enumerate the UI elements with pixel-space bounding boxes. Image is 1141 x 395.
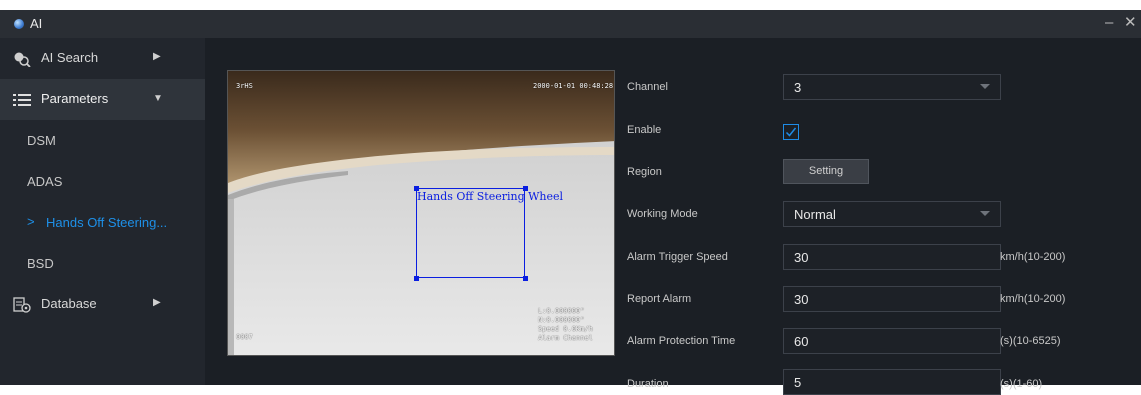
alarm-protection-time-input[interactable]: 60 (783, 328, 1001, 354)
minimize-button[interactable]: – (1105, 14, 1113, 31)
window-title: AI (30, 16, 43, 31)
osd-timestamp: 2000-01-01 00:48:28 (533, 82, 614, 90)
sidebar-item-label: Parameters (41, 91, 109, 106)
caret-right-icon: ▶ (153, 51, 161, 62)
working-mode-value: Normal (794, 207, 836, 222)
detection-label: Hands Off Steering Wheel (417, 190, 564, 203)
sidebar-item-label: BSD (27, 256, 54, 271)
working-mode-select[interactable]: Normal (783, 201, 1001, 227)
sidebar: AI Search ▶ Parameters ▼ DSM ADAS > Hand… (0, 38, 205, 385)
sidebar-item-parameters[interactable]: Parameters ▼ (0, 79, 205, 120)
resize-handle[interactable] (523, 276, 528, 281)
resize-handle[interactable] (414, 276, 419, 281)
duration-unit: (s)(1-60) (1000, 378, 1043, 390)
alarm-protection-time-value: 60 (794, 334, 809, 349)
database-icon (13, 297, 31, 313)
sidebar-item-label: DSM (27, 133, 56, 148)
ai-search-icon (13, 51, 31, 68)
duration-input[interactable]: 5 (783, 369, 1001, 395)
osd-frame-counter: 0007 (236, 333, 253, 341)
channel-label: Channel (627, 81, 668, 93)
ai-window: AI – ✕ AI Search ▶ Parameters ▼ DSM ADAS… (0, 10, 1141, 395)
chevron-down-icon (980, 211, 990, 216)
sidebar-item-adas[interactable]: ADAS (0, 161, 205, 202)
sidebar-item-label: ADAS (27, 174, 63, 189)
camera-preview[interactable]: 3rHS 2000-01-01 00:48:28 0007 L:0.000000… (227, 70, 615, 356)
app-logo-icon (14, 19, 24, 29)
title-bar: AI – ✕ (0, 10, 1141, 38)
main-panel: 3rHS 2000-01-01 00:48:28 0007 L:0.000000… (205, 38, 1141, 395)
alarm-protection-time-label: Alarm Protection Time (627, 335, 736, 347)
sidebar-item-bsd[interactable]: BSD (0, 243, 205, 284)
report-alarm-label: Report Alarm (627, 293, 692, 305)
duration-label: Duration (627, 378, 669, 390)
alarm-protection-time-unit: (s)(10-6525) (1000, 335, 1061, 347)
osd-latitude: L:0.000000" (538, 307, 585, 315)
check-icon (785, 127, 797, 137)
channel-value: 3 (794, 80, 802, 95)
close-button[interactable]: ✕ (1124, 13, 1137, 31)
sidebar-item-dsm[interactable]: DSM (0, 120, 205, 161)
report-alarm-input[interactable]: 30 (783, 286, 1001, 312)
chevron-down-icon (980, 84, 990, 89)
osd-camera-label: 3rHS (236, 82, 253, 90)
enable-label: Enable (627, 124, 662, 136)
sidebar-item-label: AI Search (41, 50, 99, 65)
list-icon (13, 92, 31, 108)
alarm-trigger-speed-input[interactable]: 30 (783, 244, 1001, 270)
enable-checkbox[interactable] (783, 124, 799, 140)
sidebar-item-label: Hands Off Steering... (46, 215, 168, 230)
working-mode-label: Working Mode (627, 208, 698, 220)
selected-marker: > (27, 214, 35, 229)
region-label: Region (627, 166, 662, 178)
region-setting-button[interactable]: Setting (783, 159, 869, 184)
sidebar-item-database[interactable]: Database ▶ (0, 284, 205, 325)
osd-alarm-channel: Alarm Channel (538, 334, 593, 342)
osd-longitude: N:0.000000" (538, 316, 585, 324)
sidebar-item-label: Database (41, 296, 97, 311)
caret-down-icon: ▼ (153, 93, 163, 104)
sidebar-item-hands-off-steering[interactable]: > Hands Off Steering... (0, 202, 205, 243)
sidebar-item-ai-search[interactable]: AI Search ▶ (0, 38, 205, 79)
alarm-trigger-speed-label: Alarm Trigger Speed (627, 251, 728, 263)
duration-value: 5 (794, 375, 802, 390)
caret-right-icon: ▶ (153, 297, 161, 308)
osd-speed: Speed 0.0Km/h (538, 325, 593, 333)
report-alarm-value: 30 (794, 292, 809, 307)
report-alarm-unit: km/h(10-200) (1000, 293, 1066, 305)
alarm-trigger-speed-unit: km/h(10-200) (1000, 251, 1066, 263)
channel-select[interactable]: 3 (783, 74, 1001, 100)
alarm-trigger-speed-value: 30 (794, 250, 809, 265)
